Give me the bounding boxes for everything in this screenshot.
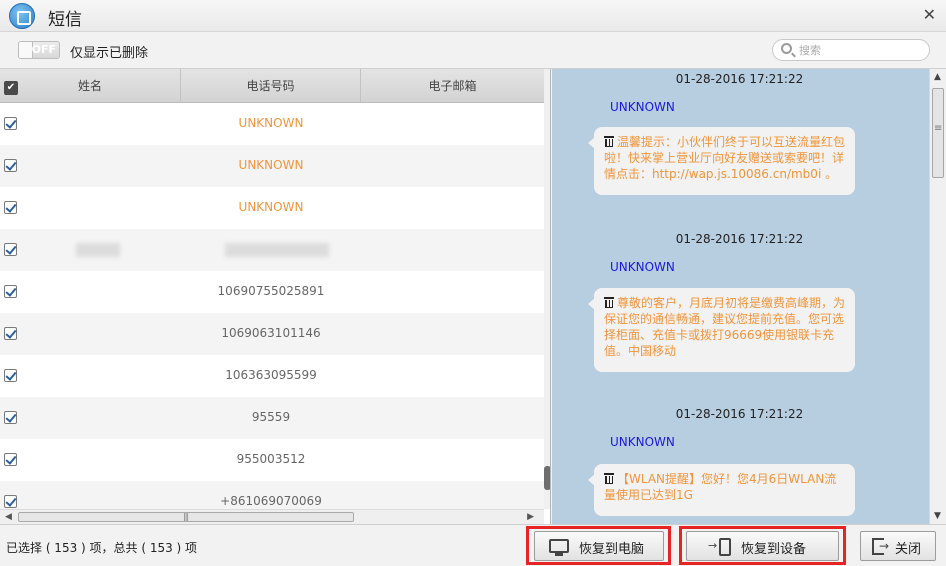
- deleted-only-toggle[interactable]: OFF: [18, 41, 60, 59]
- row-checkbox[interactable]: [4, 495, 17, 508]
- cell-phone: 1069063101146: [221, 326, 321, 340]
- close-label: 关闭: [895, 542, 922, 557]
- row-checkbox[interactable]: [4, 159, 17, 172]
- cell-phone: UNKNOWN: [238, 200, 304, 214]
- table-vertical-scrollbar[interactable]: [544, 69, 550, 509]
- message-text: 尊敬的客户，月底月初将是缴费高峰期，为保证您的通信畅通，建议您提前充值。您可选择…: [604, 296, 846, 358]
- message-text: 【WLAN提醒】您好！您4月6日WLAN流量使用已达到1G: [604, 472, 837, 502]
- search-box[interactable]: [772, 39, 930, 61]
- column-header-phone[interactable]: 电话号码: [181, 69, 361, 103]
- close-window-icon[interactable]: ✕: [923, 5, 936, 24]
- message-time: 01-28-2016 17:21:22: [675, 72, 804, 86]
- row-checkbox[interactable]: [4, 369, 17, 382]
- message-bubble[interactable]: 尊敬的客户，月底月初将是缴费高峰期，为保证您的通信畅通，建议您提前充值。您可选择…: [588, 288, 855, 372]
- message-time: 01-28-2016 17:21:22: [675, 407, 804, 421]
- contact-table: 姓名 电话号码 电子邮箱 ✔ UNKNOWN UNKNOWN UNKNOWN 1…: [0, 69, 551, 524]
- message-thread: 01-28-2016 17:21:22 UNKNOWN 温馨提示：小伙伴们终于可…: [552, 69, 946, 524]
- search-input[interactable]: [799, 42, 919, 58]
- app-logo-icon: [9, 3, 35, 29]
- trash-icon: [604, 473, 614, 484]
- table-header: 姓名 电话号码 电子邮箱 ✔: [0, 69, 544, 103]
- scroll-left-icon[interactable]: ◀: [5, 512, 12, 522]
- row-checkbox[interactable]: [4, 453, 17, 466]
- selection-status: 已选择 ( 153 ) 项，总共 ( 153 ) 项: [6, 541, 198, 555]
- close-button[interactable]: 关闭: [860, 531, 936, 561]
- message-bubble[interactable]: 【WLAN提醒】您好！您4月6日WLAN流量使用已达到1G: [588, 464, 855, 516]
- search-icon: [781, 43, 792, 54]
- cell-phone: UNKNOWN: [238, 116, 304, 130]
- select-all-checkbox[interactable]: ✔: [4, 81, 18, 95]
- restore-to-device-label: 恢复到设备: [741, 542, 807, 557]
- cell-phone: UNKNOWN: [238, 158, 304, 172]
- scrollbar-thumb[interactable]: [932, 88, 944, 178]
- device-icon: [708, 538, 731, 556]
- exit-icon: [872, 538, 889, 555]
- message-sender: UNKNOWN: [610, 100, 675, 114]
- redacted-phone: [225, 243, 329, 257]
- column-header-email[interactable]: 电子邮箱: [361, 69, 544, 103]
- message-bubble[interactable]: 温馨提示：小伙伴们终于可以互送流量红包啦！快来掌上营业厅向好友赠送或索要吧！详情…: [588, 127, 855, 195]
- message-sender: UNKNOWN: [610, 260, 675, 274]
- table-row[interactable]: +861069070069: [0, 481, 544, 509]
- message-text: 温馨提示：小伙伴们终于可以互送流量红包啦！快来掌上营业厅向好友赠送或索要吧！详情…: [604, 135, 846, 181]
- cell-phone: +861069070069: [220, 494, 322, 508]
- deleted-only-label: 仅显示已删除: [70, 46, 149, 61]
- table-row[interactable]: UNKNOWN: [0, 187, 544, 229]
- computer-icon: [549, 539, 569, 556]
- table-row[interactable]: UNKNOWN: [0, 103, 544, 145]
- cell-phone: 95559: [251, 410, 291, 424]
- scrollbar-thumb[interactable]: [544, 466, 550, 490]
- scroll-right-icon[interactable]: ▶: [527, 512, 534, 522]
- table-row[interactable]: 1069063101146: [0, 313, 544, 355]
- message-sender: UNKNOWN: [610, 435, 675, 449]
- table-row[interactable]: 955003512: [0, 439, 544, 481]
- cell-phone: 955003512: [236, 452, 306, 466]
- restore-to-pc-label: 恢复到电脑: [579, 542, 645, 557]
- row-checkbox[interactable]: [4, 117, 17, 130]
- trash-icon: [604, 136, 614, 147]
- row-checkbox[interactable]: [4, 411, 17, 424]
- scrollbar-thumb[interactable]: |||: [18, 512, 354, 522]
- table-row[interactable]: [0, 229, 544, 271]
- row-checkbox[interactable]: [4, 327, 17, 340]
- toggle-state: OFF: [31, 43, 56, 56]
- footer-bar: 已选择 ( 153 ) 项，总共 ( 153 ) 项 恢复到电脑 恢复到设备 关…: [0, 524, 946, 566]
- messages-vertical-scrollbar[interactable]: ▲ ▼: [929, 69, 946, 524]
- cell-phone: 10690755025891: [217, 284, 325, 298]
- message-time: 01-28-2016 17:21:22: [675, 232, 804, 246]
- toolbar: OFF 仅显示已删除: [0, 32, 946, 69]
- column-header-name[interactable]: 姓名: [0, 69, 181, 103]
- title-bar: 短信 ✕: [0, 0, 946, 32]
- window-title: 短信: [48, 10, 82, 30]
- restore-to-device-button[interactable]: 恢复到设备: [686, 531, 839, 561]
- scroll-up-icon[interactable]: ▲: [934, 72, 941, 82]
- scroll-down-icon[interactable]: ▼: [934, 511, 941, 521]
- table-row[interactable]: UNKNOWN: [0, 145, 544, 187]
- row-checkbox[interactable]: [4, 243, 17, 256]
- trash-icon: [604, 297, 614, 308]
- table-row[interactable]: 10690755025891: [0, 271, 544, 313]
- table-body: UNKNOWN UNKNOWN UNKNOWN 10690755025891 1…: [0, 103, 544, 509]
- row-checkbox[interactable]: [4, 201, 17, 214]
- cell-phone: 106363095599: [225, 368, 317, 382]
- table-row[interactable]: 95559: [0, 397, 544, 439]
- table-row[interactable]: 106363095599: [0, 355, 544, 397]
- grip-icon: |||: [183, 512, 189, 521]
- row-checkbox[interactable]: [4, 285, 17, 298]
- redacted-name: [76, 243, 120, 257]
- table-horizontal-scrollbar[interactable]: ◀ ||| ▶: [0, 509, 544, 524]
- restore-to-pc-button[interactable]: 恢复到电脑: [534, 531, 664, 561]
